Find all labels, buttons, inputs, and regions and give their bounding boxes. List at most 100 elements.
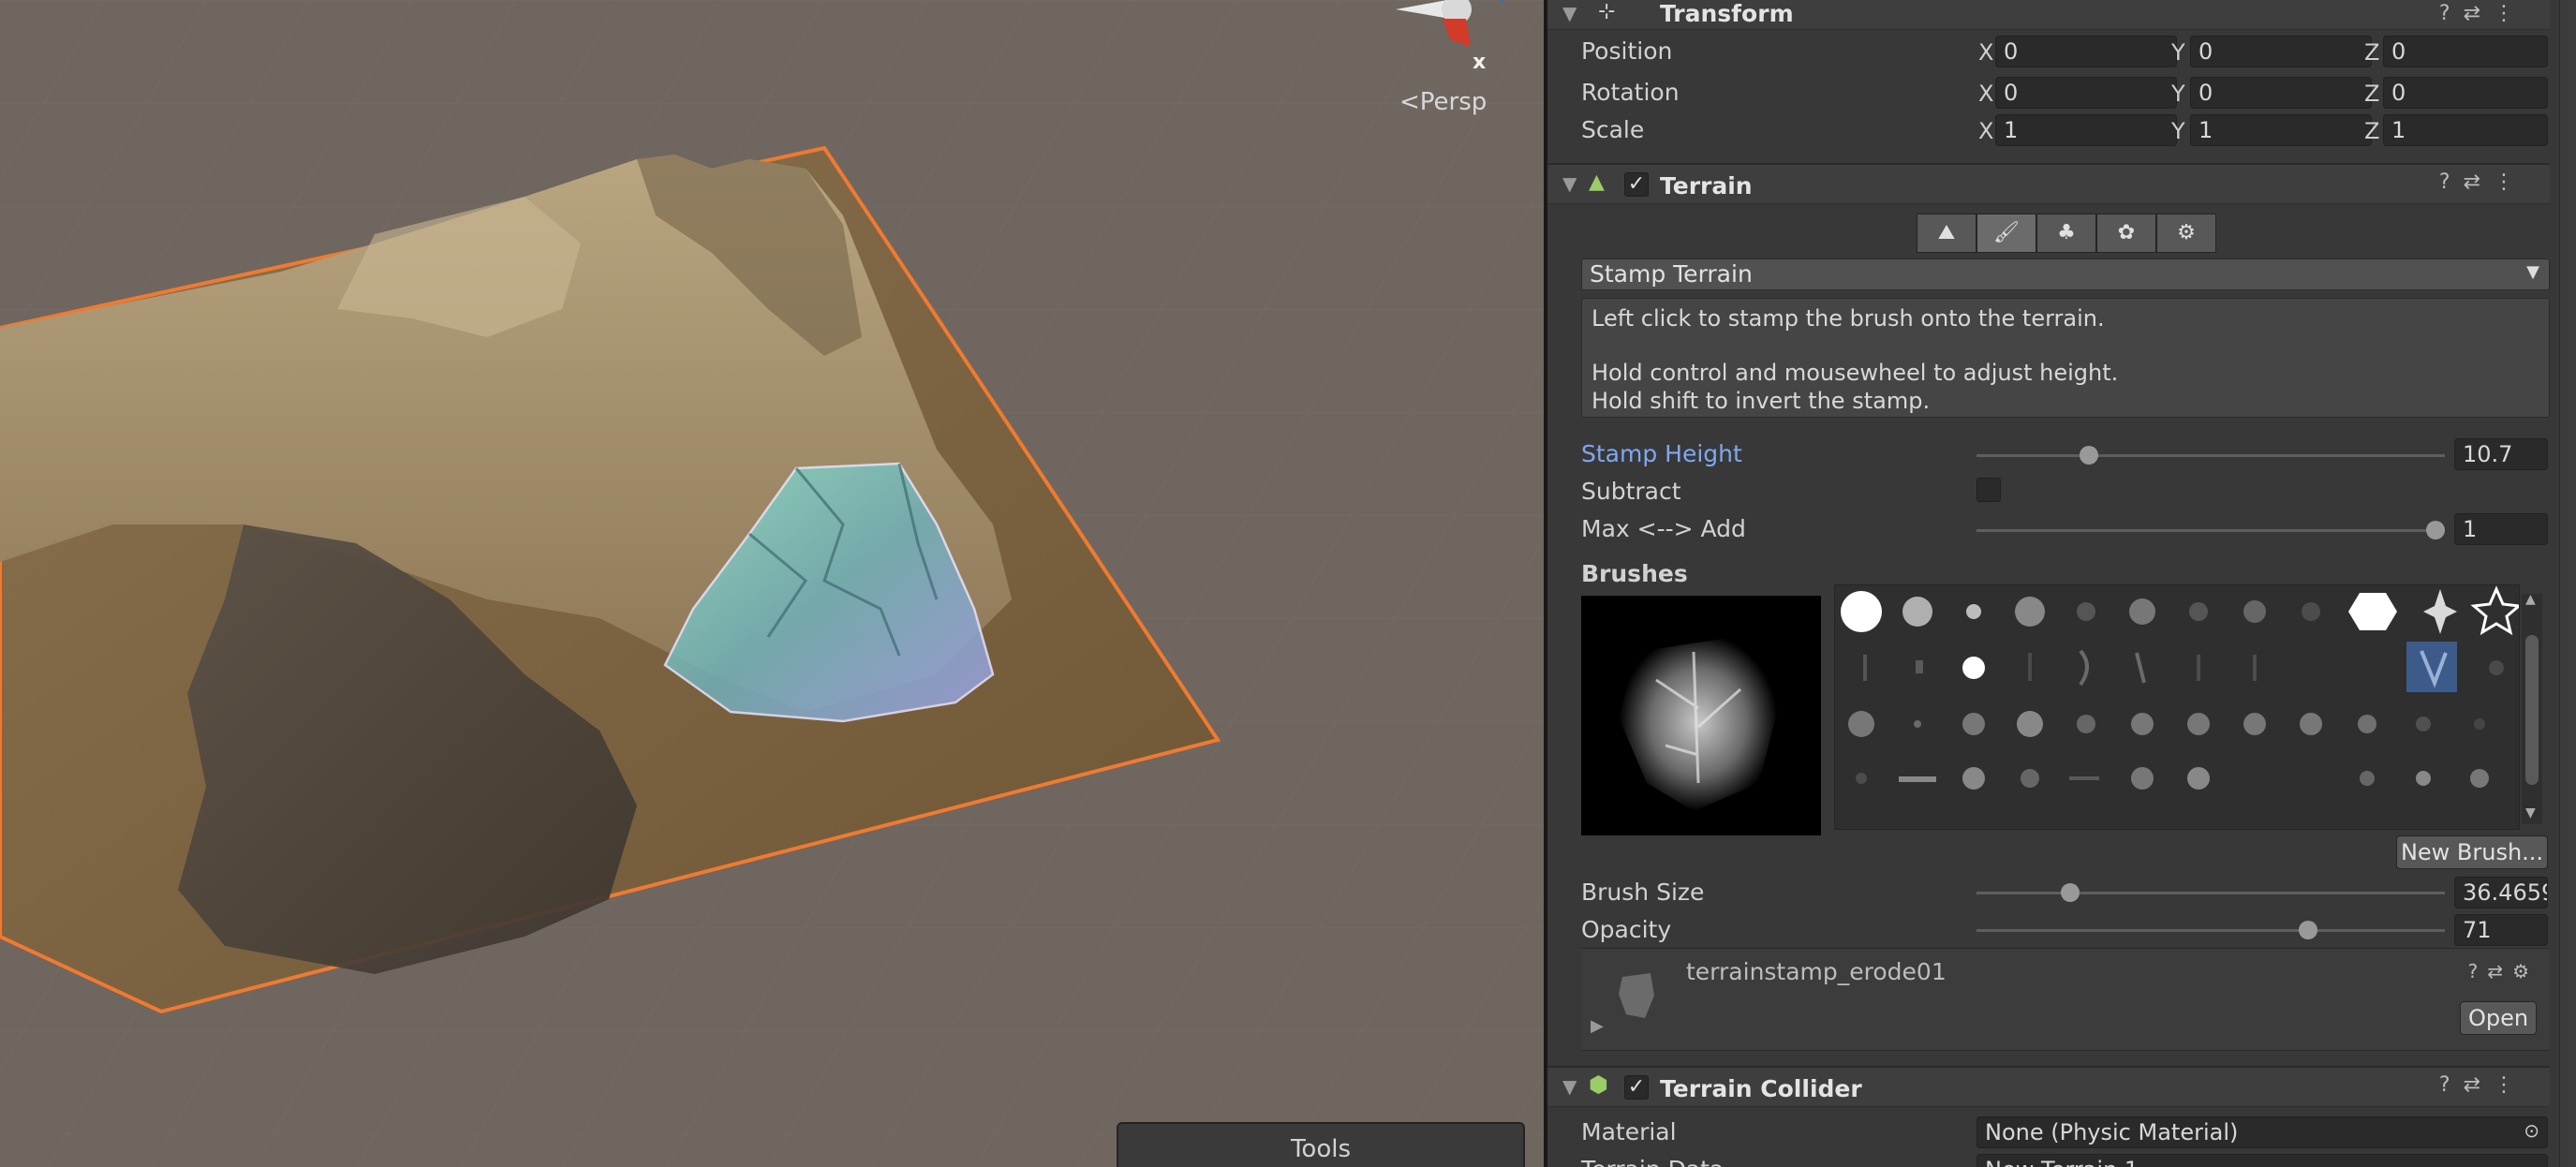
projection-toggle[interactable]: <Persp (1399, 88, 1487, 116)
paint-trees-icon[interactable]: ♣ (2036, 214, 2096, 253)
stamp-height-field[interactable]: 10.7 (2454, 438, 2548, 470)
preset-icon[interactable]: ⇄ (2464, 2, 2494, 25)
rotation-y-field[interactable]: 0 (2190, 77, 2372, 109)
context-menu-icon[interactable]: ⋮ (2494, 170, 2527, 194)
scrollbar-thumb[interactable] (2525, 635, 2539, 785)
brush-size-slider-thumb[interactable] (2061, 883, 2080, 902)
brush-round-soft-icon[interactable] (1902, 597, 1932, 627)
paint-details-icon[interactable]: ✿ (2096, 214, 2156, 253)
terrain-settings-icon[interactable]: ⚙ (2156, 214, 2216, 253)
max-add-slider[interactable] (1976, 529, 2445, 532)
brush-dash-icon[interactable] (2069, 776, 2099, 780)
context-menu-icon[interactable]: ⋮ (2494, 1073, 2527, 1097)
brush-spray-icon[interactable] (2189, 602, 2208, 621)
stamp-height-slider[interactable] (1976, 454, 2445, 457)
terrain-data-field[interactable]: New Terrain 1 (1976, 1154, 2548, 1167)
preset-icon[interactable]: ⇄ (2464, 170, 2494, 194)
terrain-collider-header[interactable]: ▼ ⬢ ✓ Terrain Collider ?⇄⋮ (1547, 1066, 2550, 1107)
brush-round-hard-icon[interactable] (1841, 591, 1882, 632)
brush-puff-icon[interactable] (2470, 769, 2489, 788)
brush-burst-icon[interactable] (1848, 711, 1874, 737)
brush-crack-icon[interactable] (1863, 655, 1867, 681)
max-add-slider-thumb[interactable] (2426, 521, 2445, 539)
brush-flick-icon[interactable] (2021, 769, 2039, 788)
component-header-icons[interactable]: ?⇄⋮ (2439, 2, 2527, 25)
brush-twig-icon[interactable] (1916, 660, 1923, 673)
help-icon[interactable]: ? (2468, 960, 2488, 982)
help-icon[interactable]: ? (2439, 2, 2464, 25)
brush-mist-icon[interactable] (2474, 718, 2485, 730)
brush-sparkle-icon[interactable] (2423, 589, 2457, 634)
brush-haze-icon[interactable] (2416, 716, 2431, 731)
brush-dot-icon[interactable] (1962, 657, 1985, 679)
scroll-up-icon[interactable]: ▲ (2525, 592, 2536, 607)
scene-view[interactable]: x <Persp Tools (0, 0, 1544, 1167)
position-z-field[interactable]: 0 (2383, 36, 2548, 67)
position-y-field[interactable]: 0 (2190, 36, 2372, 67)
tools-overlay-tab[interactable]: Tools (1117, 1122, 1525, 1167)
brush-leaf-icon[interactable] (2243, 713, 2266, 735)
brush-faint-icon[interactable] (2489, 660, 2504, 675)
scale-y-field[interactable]: 1 (2190, 114, 2372, 146)
brush-smudge-icon[interactable] (1962, 767, 1985, 790)
brush-vein-icon[interactable] (2253, 655, 2257, 681)
brush-shard-icon[interactable] (2300, 713, 2322, 735)
fold-arrow-icon[interactable]: ▼ (1562, 172, 1577, 195)
component-header-icons[interactable]: ?⇄⋮ (2439, 170, 2527, 194)
brush-branch-icon[interactable] (2135, 652, 2146, 684)
brush-scatter-icon[interactable] (2131, 767, 2154, 790)
brush-grid[interactable] (1834, 584, 2520, 830)
brush-splat-icon[interactable] (2129, 598, 2155, 625)
component-header-icons[interactable]: ?⇄⋮ (2439, 1073, 2527, 1097)
scale-x-field[interactable]: 1 (1995, 114, 2177, 146)
orientation-gizmo[interactable]: x (1377, 0, 1536, 88)
preset-icon[interactable]: ⇄ (2464, 1073, 2494, 1097)
brush-cloud-icon[interactable] (2015, 597, 2045, 627)
asset-header-icons[interactable]: ?⇄⚙ (2468, 960, 2539, 982)
brush-noise-icon[interactable] (2077, 602, 2095, 621)
settings-icon[interactable]: ⚙ (2512, 960, 2539, 982)
brush-fade-icon[interactable] (1856, 773, 1867, 784)
brush-hexagon-icon[interactable] (2348, 593, 2397, 630)
brush-grass-icon[interactable] (2302, 602, 2320, 621)
inspector-scrollbar[interactable] (2559, 0, 2576, 1167)
brush-root-icon[interactable] (2197, 655, 2200, 681)
preset-icon[interactable]: ⇄ (2487, 960, 2512, 982)
fold-arrow-icon[interactable]: ▼ (1562, 2, 1577, 24)
brush-round-small-icon[interactable] (1966, 604, 1981, 619)
create-neighbor-terrain-icon[interactable]: ⛰ (1917, 214, 1976, 253)
terrain-header[interactable]: ▼ ▲ ✓ Terrain ?⇄⋮ (1547, 163, 2550, 204)
open-button[interactable]: Open (2460, 1001, 2537, 1035)
brush-flake-icon[interactable] (2077, 715, 2095, 733)
terrain-enabled-checkbox[interactable]: ✓ (1624, 172, 1649, 197)
opacity-field[interactable]: 71 (2454, 914, 2548, 946)
opacity-slider-thumb[interactable] (2299, 921, 2317, 939)
opacity-slider[interactable] (1976, 929, 2445, 932)
context-menu-icon[interactable]: ⋮ (2494, 2, 2527, 25)
help-icon[interactable]: ? (2439, 1073, 2464, 1097)
brush-blob-icon[interactable] (2017, 711, 2043, 737)
brush-curl-icon[interactable] (2079, 649, 2089, 687)
help-icon[interactable]: ? (2439, 170, 2464, 194)
paint-terrain-icon[interactable]: 🖌 (1976, 214, 2036, 253)
brush-size-slider[interactable] (1976, 892, 2445, 894)
brush-line-icon[interactable] (2028, 653, 2032, 681)
brush-cross-icon[interactable] (1962, 713, 1985, 735)
brush-streak-icon[interactable] (1899, 776, 1936, 782)
scroll-down-icon[interactable]: ▼ (2525, 805, 2536, 820)
expand-arrow-icon[interactable]: ▶ (1591, 1016, 1604, 1036)
brush-fern-icon[interactable] (2187, 713, 2210, 735)
brush-dab-icon[interactable] (2416, 771, 2431, 786)
brush-grid-scrollbar[interactable]: ▲ ▼ (2522, 592, 2542, 824)
terrain-collider-enabled-checkbox[interactable]: ✓ (1624, 1075, 1649, 1100)
rotation-z-field[interactable]: 0 (2383, 77, 2548, 109)
transform-header[interactable]: ▼ ⊹ Transform ?⇄⋮ (1547, 0, 2550, 30)
new-brush-button[interactable]: New Brush... (2396, 835, 2548, 869)
brush-pebble-icon[interactable] (2358, 715, 2376, 733)
brush-speck-icon[interactable] (1914, 720, 1921, 728)
brush-spike-icon[interactable] (2187, 767, 2210, 790)
brush-grain-icon[interactable] (2360, 771, 2375, 786)
terrain-tool-dropdown[interactable]: Stamp Terrain ▼ (1581, 259, 2550, 290)
rotation-x-field[interactable]: 0 (1995, 77, 2177, 109)
position-x-field[interactable]: 0 (1995, 36, 2177, 67)
